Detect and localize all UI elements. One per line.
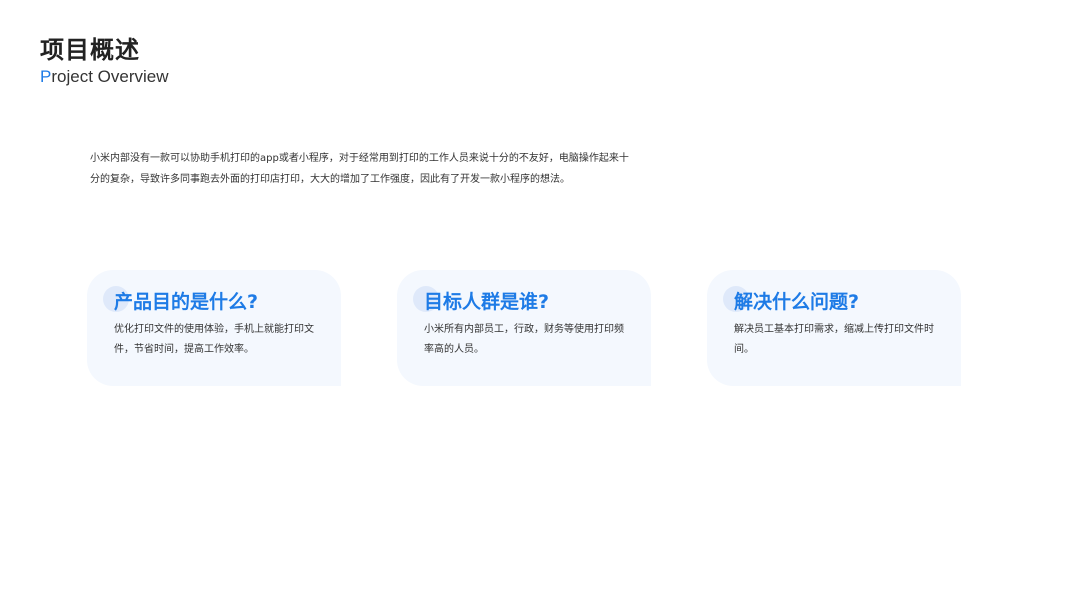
card-body: 优化打印文件的使用体验，手机上就能打印文件，节省时间，提高工作效率。	[114, 324, 314, 355]
page-header: 项目概述 Project Overview	[40, 34, 168, 88]
card-title: 目标人群是谁?	[424, 291, 550, 313]
subtitle-accent-letter: P	[40, 67, 52, 86]
card-body: 解决员工基本打印需求，缩减上传打印文件时间。	[734, 324, 934, 355]
card-target-users: 目标人群是谁? 小米所有内部员工，行政，财务等使用打印频率高的人员。	[397, 270, 651, 386]
card-product-purpose: 产品目的是什么? 优化打印文件的使用体验，手机上就能打印文件，节省时间，提高工作…	[87, 270, 341, 386]
subtitle-rest: roject Overview	[51, 67, 169, 86]
intro-paragraph: 小米内部没有一款可以协助手机打印的app或者小程序，对于经常用到打印的工作人员来…	[90, 153, 629, 185]
card-title: 产品目的是什么?	[114, 291, 259, 313]
card-body: 小米所有内部员工，行政，财务等使用打印频率高的人员。	[424, 324, 624, 355]
card-problem-solved: 解决什么问题? 解决员工基本打印需求，缩减上传打印文件时间。	[707, 270, 961, 386]
card-title: 解决什么问题?	[734, 291, 860, 313]
page-title: 项目概述	[40, 36, 140, 64]
page-subtitle: Project Overview	[40, 66, 168, 88]
